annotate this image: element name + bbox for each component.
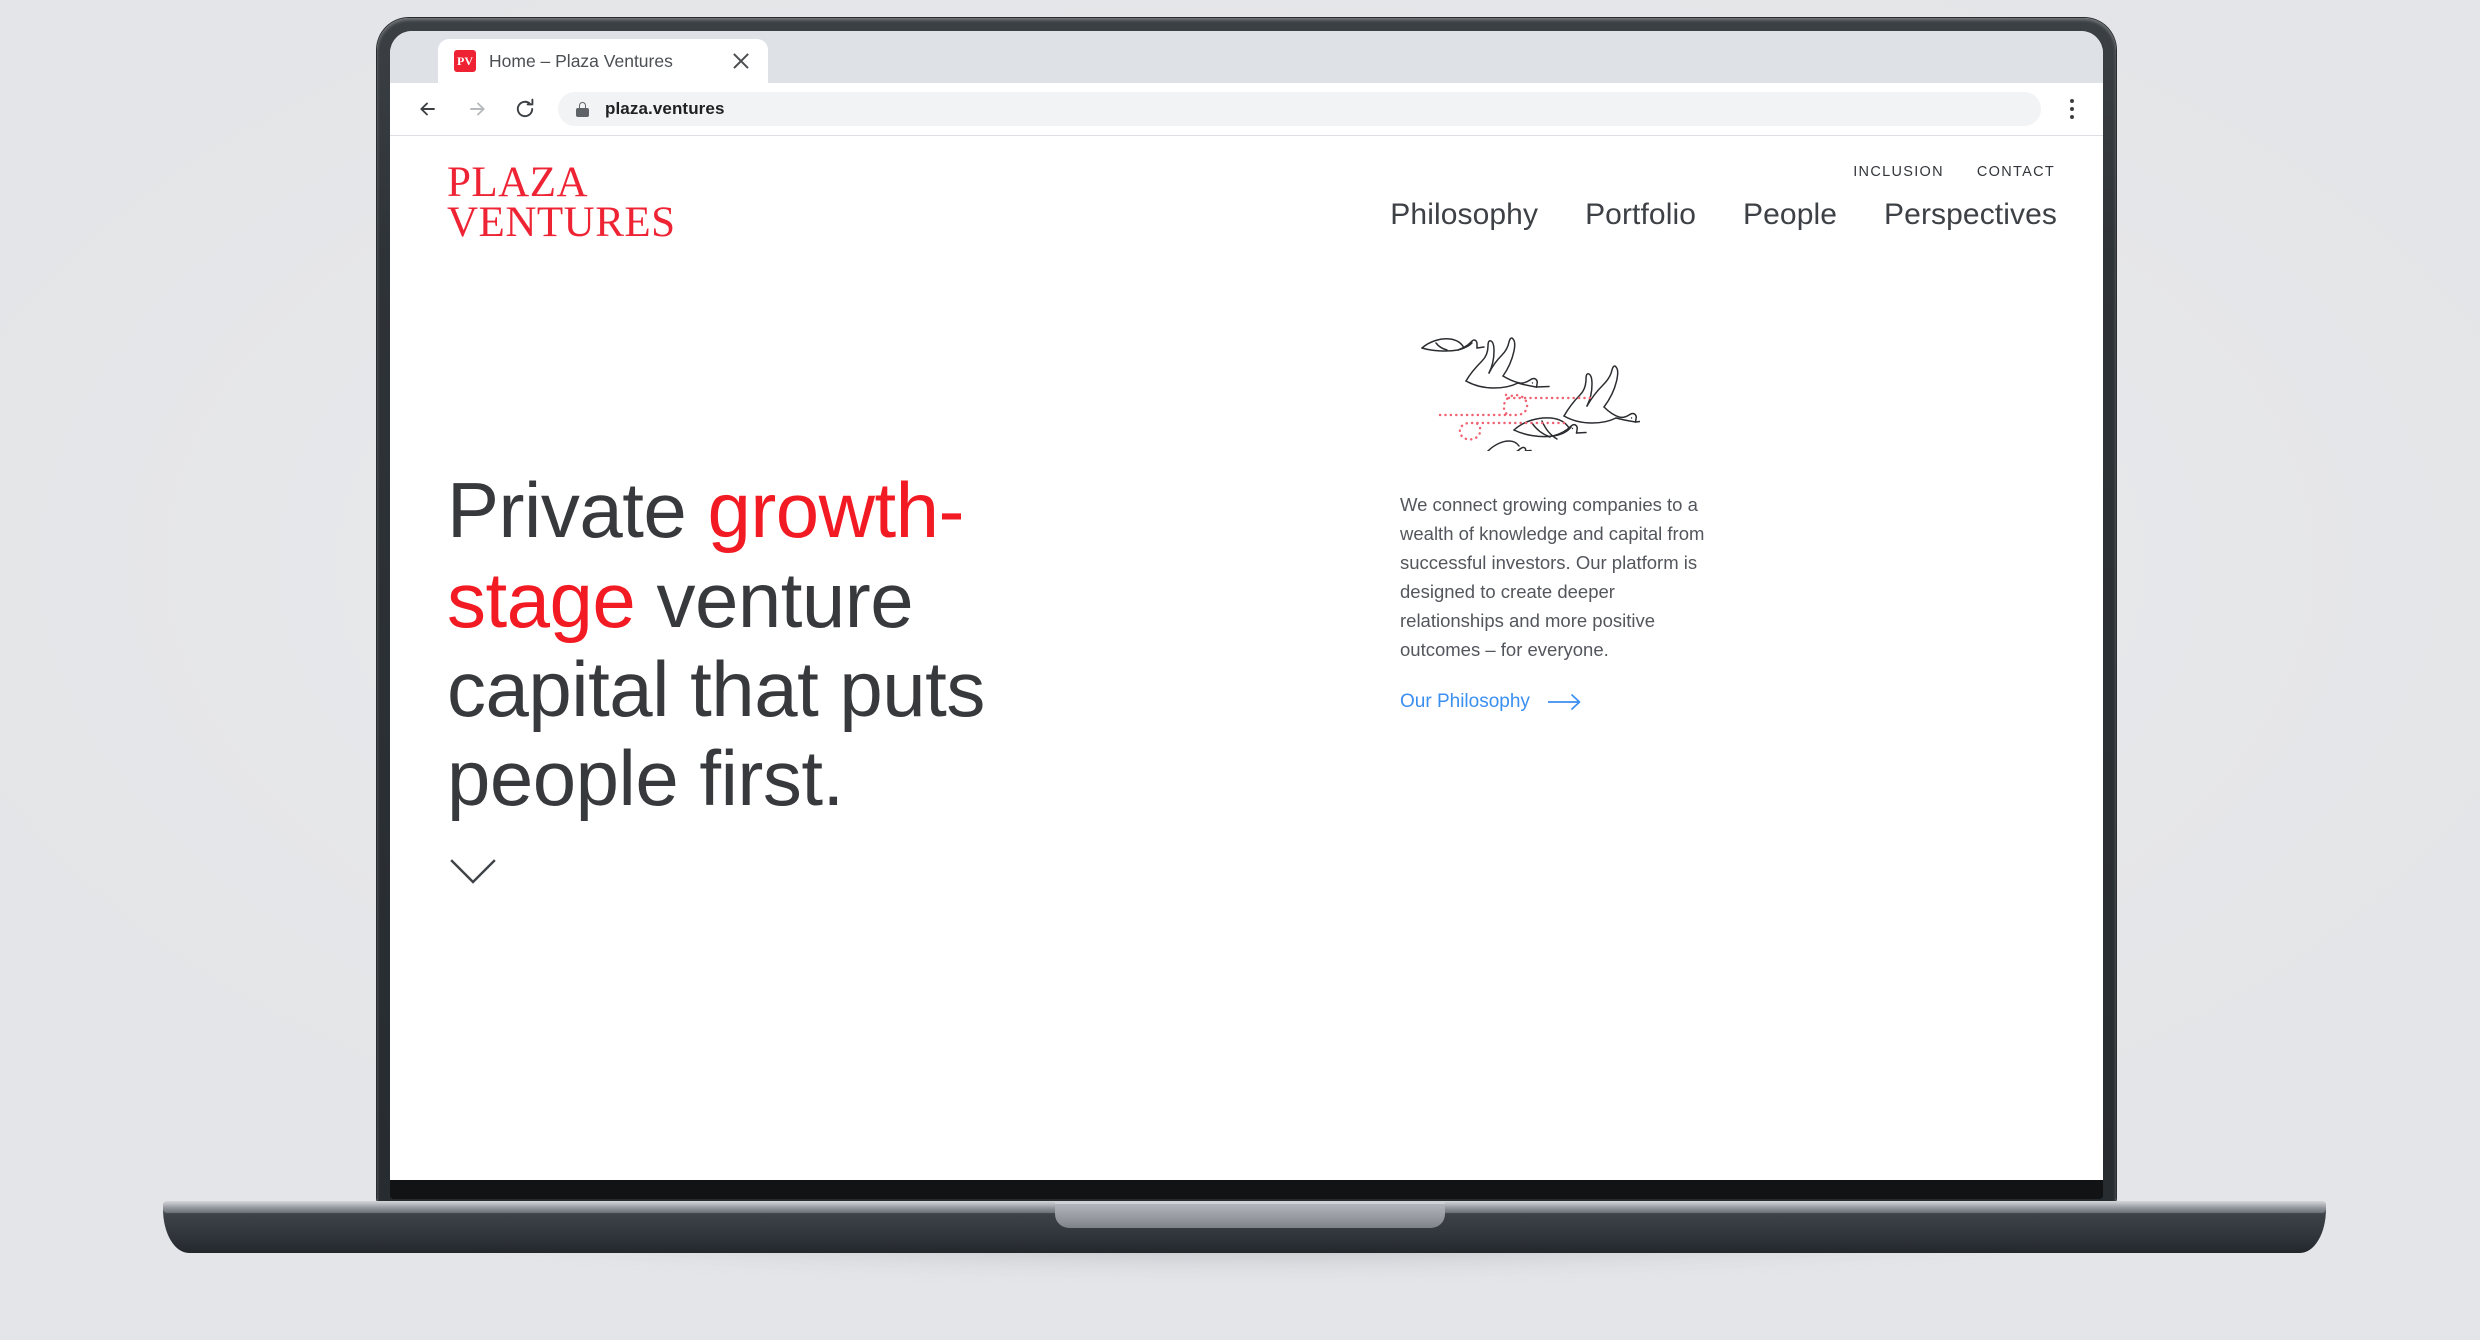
chevron-down-icon [450,859,496,884]
browser-tab[interactable]: PV Home – Plaza Ventures [438,39,768,83]
browser-toolbar: plaza.ventures [390,83,2103,136]
bird-large-upper-middle [1465,337,1550,389]
reload-button[interactable] [508,92,542,126]
nav-item-contact[interactable]: CONTACT [1977,164,2055,180]
laptop-screen: PV Home – Plaza Ventures plaza.ventures … [390,31,2103,1180]
address-bar[interactable]: plaza.ventures [558,92,2041,126]
tab-title: Home – Plaza Ventures [489,50,673,71]
bird-small-top-left [1421,338,1485,352]
website-viewport: PLAZA VENTURES INCLUSION CONTACT Philoso… [390,136,2103,1180]
bird-trail-lines [1438,389,1592,441]
close-icon[interactable] [730,50,752,72]
arrow-right-icon [470,102,485,116]
nav-item-perspectives[interactable]: Perspectives [1884,198,2057,232]
our-philosophy-link[interactable]: Our Philosophy [1400,691,1582,713]
nav-item-portfolio[interactable]: Portfolio [1585,198,1696,232]
laptop-mockup: PV Home – Plaza Ventures plaza.ventures … [0,0,2480,1340]
kebab-menu-icon[interactable] [2057,99,2087,119]
site-header: PLAZA VENTURES INCLUSION CONTACT Philoso… [390,136,2103,281]
flying-birds-illustration [1421,337,1640,451]
scroll-down-button[interactable] [450,859,496,885]
our-philosophy-label: Our Philosophy [1400,690,1530,712]
utility-nav: INCLUSION CONTACT [1853,164,2055,180]
nav-item-inclusion[interactable]: INCLUSION [1853,164,1944,180]
nav-item-people[interactable]: People [1743,198,1837,232]
browser-tabstrip: PV Home – Plaza Ventures [390,31,2103,83]
screen-chin [390,1180,2103,1199]
forward-button[interactable] [460,92,494,126]
favicon-icon: PV [454,50,476,72]
back-button[interactable] [412,92,446,126]
hero-body-text: We connect growing companies to a wealth… [1400,494,1705,660]
laptop-base-notch-edge [1055,1201,1445,1204]
logo-line-2: VENTURES [447,198,676,246]
laptop-bezel: PV Home – Plaza Ventures plaza.ventures … [390,31,2103,1199]
logo-line-1: PLAZA [447,159,589,206]
main-nav: Philosophy Portfolio People Perspectives [1390,198,2057,232]
page-title: Private growth-stage venture capital tha… [447,466,1147,823]
arrow-right-icon [1547,693,1581,710]
site-logo[interactable]: PLAZA VENTURES [447,159,676,246]
hero-left-column: Private growth-stage venture capital tha… [447,414,1147,876]
laptop-base-notch [1055,1201,1445,1228]
bird-small-bottom-left [1487,440,1532,451]
hero-right-column: We connect growing companies to a wealth… [1400,321,1730,713]
lock-icon [576,101,589,117]
nav-item-philosophy[interactable]: Philosophy [1390,198,1538,232]
reload-icon [516,98,534,118]
url-text: plaza.ventures [605,99,725,118]
headline-part-1: Private [447,466,708,555]
arrow-left-icon [420,102,435,116]
laptop-lid: PV Home – Plaza Ventures plaza.ventures … [377,18,2116,1206]
bird-large-right [1563,365,1640,424]
